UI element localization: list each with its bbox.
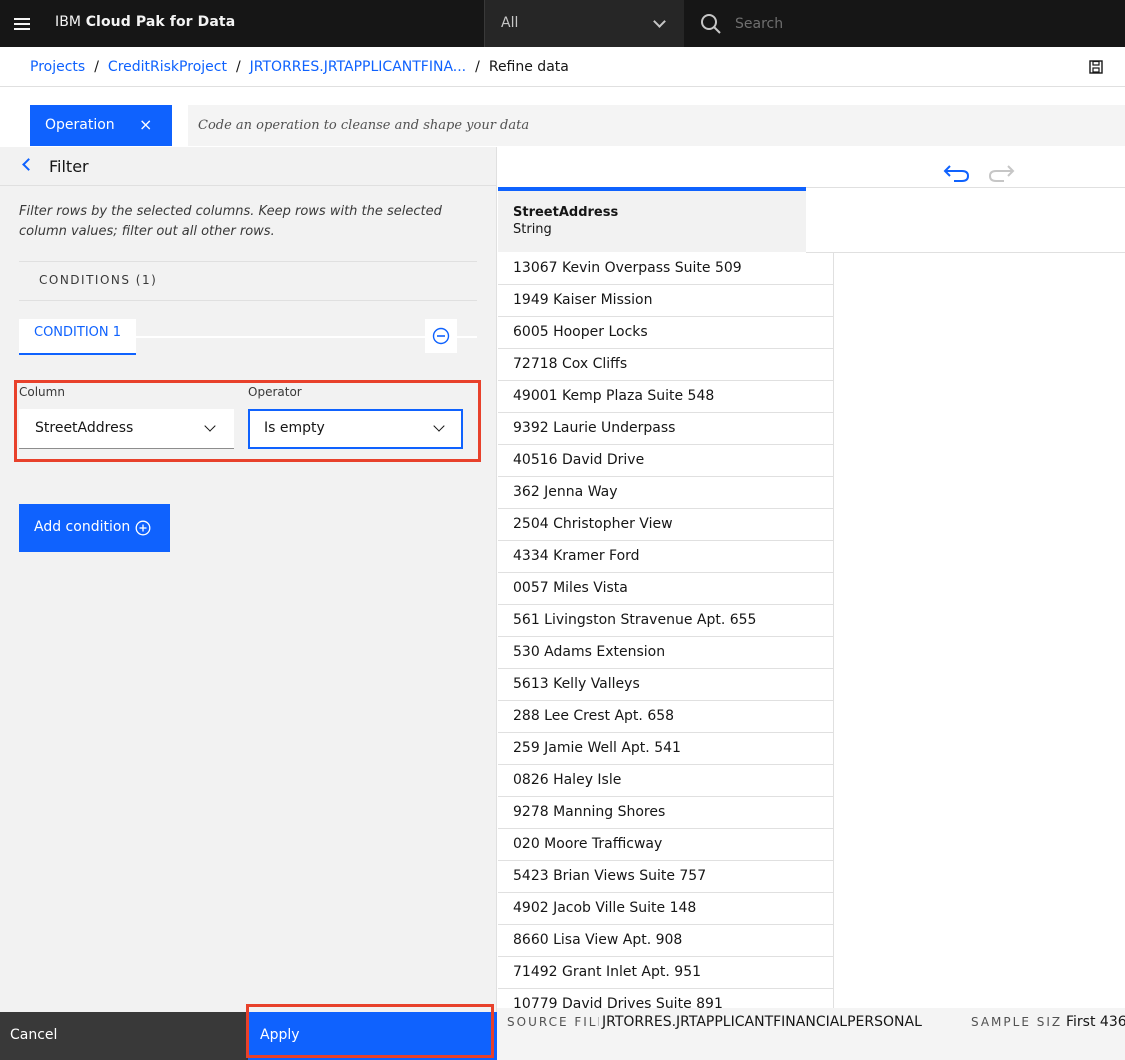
- sample-size-label: SAMPLE SIZE: [971, 1015, 1063, 1029]
- add-circle-icon: [135, 520, 151, 536]
- table-row[interactable]: 530 Adams Extension: [498, 637, 833, 669]
- search-scope-dropdown[interactable]: All: [484, 0, 684, 47]
- source-file-value: JRTORRES.JRTAPPLICANTFINANCIALPERSONAL: [602, 1014, 922, 1030]
- annotation-highlight-box: [246, 1004, 494, 1058]
- source-file-label: SOURCE FILE: [507, 1015, 599, 1029]
- operation-button[interactable]: Operation ×: [30, 105, 172, 146]
- code-operation-input[interactable]: [188, 105, 1125, 146]
- minus-circle-icon: [432, 327, 450, 345]
- search-scope-value: All: [501, 15, 519, 31]
- filter-panel-header: Filter: [0, 147, 497, 186]
- breadcrumb-separator: /: [94, 59, 99, 75]
- table-row[interactable]: 5423 Brian Views Suite 757: [498, 861, 833, 893]
- table-row[interactable]: 288 Lee Crest Apt. 658: [498, 701, 833, 733]
- table-row[interactable]: 49001 Kemp Plaza Suite 548: [498, 381, 833, 413]
- condition-1-tab[interactable]: CONDITION 1: [19, 319, 136, 355]
- table-row[interactable]: 5613 Kelly Valleys: [498, 669, 833, 701]
- search-icon: [701, 14, 721, 34]
- status-bar: SOURCE FILE JRTORRES.JRTAPPLICANTFINANCI…: [497, 1008, 1125, 1060]
- close-icon[interactable]: ×: [139, 115, 152, 134]
- table-row[interactable]: 72718 Cox Cliffs: [498, 349, 833, 381]
- data-preview-panel: StreetAddress String 13067 Kevin Overpas…: [498, 147, 1125, 1012]
- brand-prefix: IBM: [55, 14, 82, 30]
- add-condition-label: Add condition: [34, 519, 131, 535]
- product-name[interactable]: IBM Cloud Pak for Data: [55, 14, 235, 30]
- table-row[interactable]: 13067 Kevin Overpass Suite 509: [498, 253, 833, 285]
- brand-name: Cloud Pak for Data: [85, 14, 236, 30]
- add-condition-button[interactable]: Add condition: [19, 504, 170, 552]
- table-row[interactable]: 561 Livingston Stravenue Apt. 655: [498, 605, 833, 637]
- table-body: 13067 Kevin Overpass Suite 509 1949 Kaise…: [498, 253, 834, 1012]
- condition-tab-label: CONDITION 1: [34, 325, 122, 340]
- table-row[interactable]: 9278 Manning Shores: [498, 797, 833, 829]
- search-input[interactable]: [735, 12, 1105, 36]
- sample-size-value: First 436: [1066, 1014, 1125, 1030]
- undo-icon[interactable]: [942, 162, 972, 184]
- chevron-left-icon[interactable]: [22, 158, 35, 171]
- breadcrumb-bar: Projects / CreditRiskProject / JRTORRES.JRTA…: [0, 47, 1125, 87]
- table-row[interactable]: 4902 Jacob Ville Suite 148: [498, 893, 833, 925]
- table-row[interactable]: 362 Jenna Way: [498, 477, 833, 509]
- annotation-highlight-box: [14, 380, 481, 462]
- remove-condition-button[interactable]: [425, 319, 457, 353]
- breadcrumb: Projects / CreditRiskProject / JRTORRES.JRTA…: [30, 59, 569, 75]
- conditions-header: CONDITIONS (1): [19, 261, 477, 301]
- breadcrumb-separator: /: [475, 59, 480, 75]
- table-row[interactable]: 1949 Kaiser Mission: [498, 285, 833, 317]
- breadcrumb-projects[interactable]: Projects: [30, 59, 85, 75]
- menu-icon[interactable]: [6, 8, 38, 40]
- breadcrumb-asset[interactable]: JRTORRES.JRTAPPLICANTFINA...: [250, 59, 466, 75]
- table-row[interactable]: 4334 Kramer Ford: [498, 541, 833, 573]
- breadcrumb-current: Refine data: [488, 59, 569, 75]
- top-header: IBM Cloud Pak for Data All: [0, 0, 1125, 47]
- filter-description: Filter rows by the selected columns. Kee…: [19, 204, 442, 239]
- cancel-button[interactable]: Cancel: [0, 1012, 248, 1060]
- breadcrumb-separator: /: [235, 59, 241, 75]
- save-icon[interactable]: [1089, 60, 1103, 74]
- column-header-type: String: [513, 222, 552, 237]
- table-row[interactable]: 71492 Grant Inlet Apt. 951: [498, 957, 833, 989]
- table-row[interactable]: 0057 Miles Vista: [498, 573, 833, 605]
- table-row[interactable]: 40516 David Drive: [498, 445, 833, 477]
- table-row[interactable]: 9392 Laurie Underpass: [498, 413, 833, 445]
- filter-title: Filter: [49, 157, 89, 176]
- table-row[interactable]: 259 Jamie Well Apt. 541: [498, 733, 833, 765]
- operation-label: Operation: [45, 117, 115, 133]
- table-row[interactable]: 2504 Christopher View: [498, 509, 833, 541]
- column-header-streetaddress[interactable]: StreetAddress String: [498, 187, 806, 252]
- table-row[interactable]: 020 Moore Trafficway: [498, 829, 833, 861]
- cancel-label: Cancel: [10, 1027, 58, 1043]
- table-row[interactable]: 8660 Lisa View Apt. 908: [498, 925, 833, 957]
- operation-bar: Operation ×: [0, 87, 1125, 147]
- breadcrumb-project[interactable]: CreditRiskProject: [108, 59, 227, 75]
- chevron-down-icon: [653, 15, 666, 28]
- table-row[interactable]: 6005 Hooper Locks: [498, 317, 833, 349]
- column-header-name: StreetAddress: [513, 205, 619, 220]
- filter-panel: Filter Filter rows by the selected colum…: [0, 147, 497, 1012]
- redo-icon[interactable]: [986, 162, 1016, 184]
- table-row[interactable]: 0826 Haley Isle: [498, 765, 833, 797]
- conditions-count-label: CONDITIONS (1): [39, 273, 158, 287]
- header-divider: [806, 252, 1125, 253]
